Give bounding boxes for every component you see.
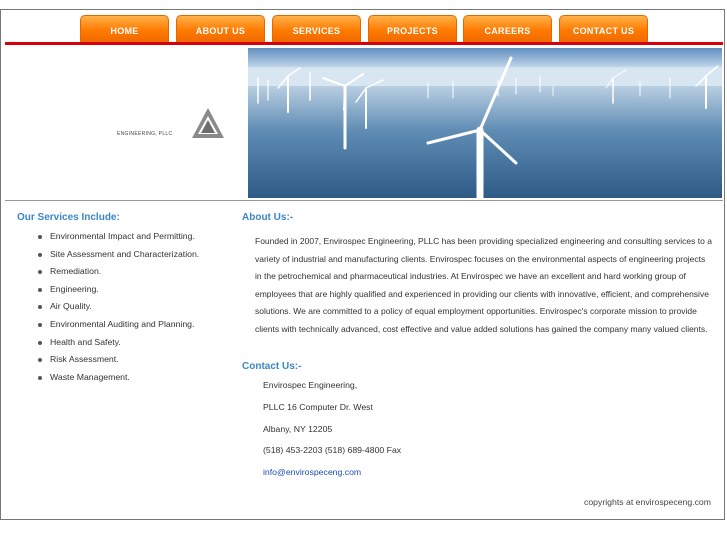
nav-services[interactable]: SERVICES [272,15,361,43]
nav-about-us[interactable]: ABOUT US [176,15,265,43]
list-item: Waste Management. [38,369,199,387]
contact-address-line2: Albany, NY 12205 [263,423,333,434]
list-item: Environmental Auditing and Planning. [38,316,199,334]
header-divider [5,200,723,201]
list-item: Site Assessment and Characterization. [38,246,199,264]
list-item: Risk Assessment. [38,351,199,369]
contact-details: Envirospec Engineering, PLLC 16 Computer… [263,375,401,484]
list-item: Health and Safety. [38,334,199,352]
nav-contact-us[interactable]: CONTACT US [559,15,648,43]
list-item: Remediation. [38,263,199,281]
nav-careers[interactable]: CAREERS [463,15,552,43]
services-list: Environmental Impact and Permitting. Sit… [38,228,199,386]
contact-heading: Contact Us:- [242,361,302,372]
contact-email-link[interactable]: info@envirospeceng.com [263,467,361,477]
list-item: Air Quality. [38,298,199,316]
contact-address-line1: PLLC 16 Computer Dr. West [263,401,373,412]
hero-wind-turbines-image [248,48,722,198]
nav-projects[interactable]: PROJECTS [368,15,457,43]
list-item: Engineering. [38,281,199,299]
about-heading: About Us:- [242,212,294,223]
services-heading: Our Services Include: [17,212,120,223]
footer-copyright: copyrights at envirospeceng.com [584,497,711,507]
list-item: Environmental Impact and Permitting. [38,228,199,246]
company-logo: ENGINEERING, PLLC [15,104,225,140]
about-text: Founded in 2007, Envirospec Engineering,… [255,236,712,334]
contact-phone: (518) 453-2203 (518) 689-4800 Fax [263,445,402,456]
logo-subtitle: ENGINEERING, PLLC [117,131,173,137]
contact-company: Envirospec Engineering, [263,380,358,390]
nav-underline [5,42,723,45]
nav-home[interactable]: HOME [80,15,169,43]
logo-triangle-icon [192,108,224,138]
